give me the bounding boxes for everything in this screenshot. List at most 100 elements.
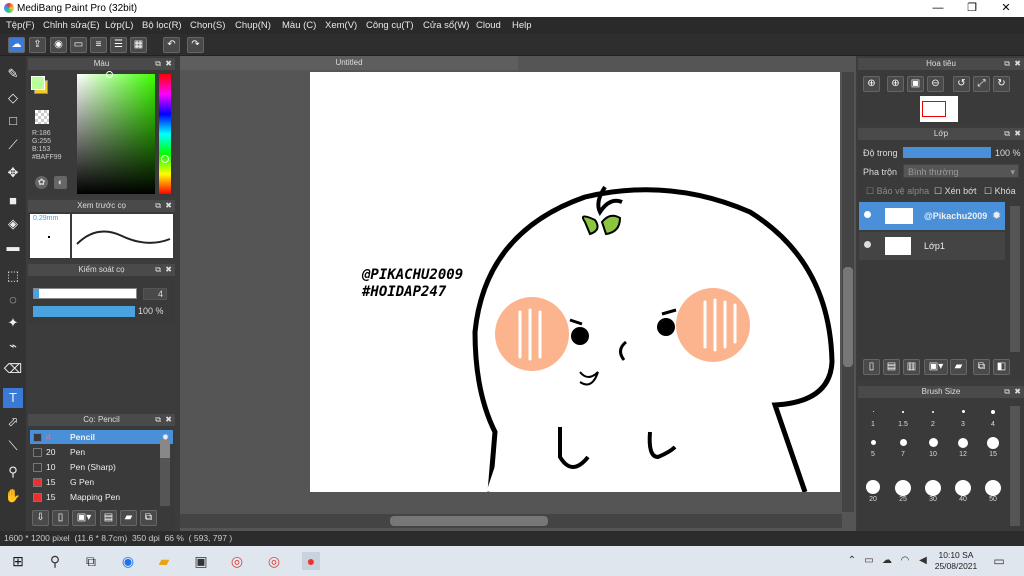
fit-icon[interactable]: ▣ — [907, 76, 924, 92]
menu-cloud[interactable]: Cloud — [476, 20, 501, 31]
menu-capture[interactable]: Chụp(N) — [235, 20, 271, 31]
select-pen-icon[interactable]: ⌁ — [3, 336, 23, 356]
size-value[interactable]: 4 — [143, 288, 167, 300]
new-halftone-layer-icon[interactable]: ▤ — [883, 359, 900, 375]
bucket-tool-icon[interactable]: ◈ — [3, 214, 23, 234]
brush-size-preset[interactable]: 50 — [978, 480, 1008, 505]
brush-item[interactable]: 20 Pen — [30, 445, 173, 459]
close-panel-icon[interactable]: ✖ — [1014, 128, 1021, 140]
horizontal-scrollbar[interactable] — [180, 514, 842, 528]
gear-icon[interactable]: ✹ — [992, 209, 1001, 222]
popout-icon[interactable]: ⧉ — [1004, 58, 1010, 70]
comment-icon[interactable]: ◉ — [50, 37, 67, 53]
file-explorer-icon[interactable]: ▰ — [155, 552, 173, 570]
cloud-download-icon[interactable]: ⇩ — [32, 510, 49, 526]
select-eraser-icon[interactable]: ⌫ — [3, 359, 23, 379]
brush-size-preset[interactable]: 10 — [918, 436, 948, 461]
search-icon[interactable]: ⚲ — [46, 552, 64, 570]
chrome-icon[interactable]: ◎ — [228, 552, 246, 570]
move-tool-icon[interactable]: ✥ — [3, 163, 23, 183]
fill-rect-tool-icon[interactable]: ■ — [3, 191, 23, 211]
brush-list-scrollbar[interactable] — [160, 440, 170, 506]
brush-size-preset[interactable]: 3 — [948, 406, 978, 431]
popout-icon[interactable]: ⧉ — [155, 58, 161, 70]
brush-size-preset[interactable]: 7 — [888, 436, 918, 461]
brush-size-preset[interactable]: 2 — [918, 406, 948, 431]
close-panel-icon[interactable]: ✖ — [1014, 58, 1021, 70]
lock-checkbox[interactable]: ☐ Khóa — [984, 186, 1016, 197]
brush-size-preset[interactable]: 20 — [858, 480, 888, 505]
fullscreen-icon[interactable]: ⤢ — [973, 76, 990, 92]
select-tool-icon[interactable]: ⬚ — [3, 266, 23, 286]
menu-file[interactable]: Tệp(F) — [6, 20, 35, 31]
vertical-scrollbar[interactable] — [842, 72, 854, 512]
brush-size-preset[interactable]: 15 — [978, 436, 1008, 461]
brush-size-preset[interactable]: 40 — [948, 480, 978, 505]
palette-icon[interactable]: ✿ — [35, 176, 48, 189]
battery-icon[interactable]: ▭ — [860, 552, 878, 570]
zoom-in-icon[interactable]: ⊕ — [863, 76, 880, 92]
visibility-icon[interactable] — [864, 211, 871, 218]
transparent-swatch[interactable] — [35, 110, 49, 124]
brush-item[interactable]: 10 Pen (Sharp) — [30, 460, 173, 474]
close-button[interactable]: ✕ — [989, 0, 1023, 17]
layer-item[interactable]: Lớp1 — [859, 232, 1005, 260]
opacity-slider[interactable] — [33, 306, 135, 317]
brush-size-scrollbar[interactable] — [1010, 406, 1020, 526]
hue-slider[interactable] — [159, 74, 171, 194]
brush-settings-icon[interactable]: ▤ — [100, 510, 117, 526]
windows-start-icon[interactable]: ⊞ — [9, 552, 27, 570]
rectangle-tool-icon[interactable]: □ — [3, 111, 23, 131]
blend-mode-select[interactable]: Bình thường ▾ — [903, 164, 1019, 178]
copy-brush-icon[interactable]: ⧉ — [140, 510, 157, 526]
new-brush-icon[interactable]: ▯ — [52, 510, 69, 526]
brush-size-preset[interactable]: 4 — [978, 406, 1008, 431]
chevron-up-icon[interactable]: ⌃ — [843, 552, 861, 570]
layer-item[interactable]: @Pikachu2009 ✹ — [859, 202, 1005, 230]
menu-edit[interactable]: Chỉnh sửa(E) — [43, 20, 100, 31]
gradient-tool-icon[interactable]: ▬ — [3, 237, 23, 257]
menu-color[interactable]: Màu (C) — [282, 20, 316, 31]
popout-icon[interactable]: ⧉ — [155, 414, 161, 426]
popout-icon[interactable]: ⧉ — [155, 200, 161, 212]
popout-icon[interactable]: ⧉ — [155, 264, 161, 276]
document-tab[interactable]: Untitled — [180, 56, 518, 70]
brush-size-preset[interactable]: 1 — [858, 406, 888, 431]
brush-size-preset[interactable]: 12 — [948, 436, 978, 461]
medibang-taskbar-icon[interactable]: ● — [302, 552, 320, 570]
eraser-tool-icon[interactable]: ◇ — [3, 88, 23, 108]
clipping-checkbox[interactable]: ☐ Xén bớt — [934, 186, 977, 197]
folder-icon[interactable]: ▰ — [120, 510, 137, 526]
visibility-icon[interactable] — [864, 241, 871, 248]
lasso-tool-icon[interactable]: ◌ — [3, 290, 23, 310]
primary-color-swatch[interactable] — [31, 76, 45, 90]
store-icon[interactable]: ▣ — [192, 552, 210, 570]
rotate-left-icon[interactable]: ↺ — [953, 76, 970, 92]
brush-item[interactable]: 15 G Pen — [30, 475, 173, 489]
merge-layer-icon[interactable]: ◧ — [993, 359, 1010, 375]
redo-icon[interactable]: ↷ — [187, 37, 204, 53]
brush-size-preset[interactable]: 5 — [858, 436, 888, 461]
edge-browser-icon[interactable]: ◉ — [119, 552, 137, 570]
close-panel-icon[interactable]: ✖ — [165, 264, 172, 276]
message-icon[interactable]: ▭ — [70, 37, 87, 53]
close-panel-icon[interactable]: ✖ — [1014, 386, 1021, 398]
menu-tools[interactable]: Công cụ(T) — [366, 20, 414, 31]
menu-layer[interactable]: Lớp(L) — [105, 20, 133, 31]
brush-size-preset[interactable]: 25 — [888, 480, 918, 505]
grid-icon[interactable]: ▦ — [130, 37, 147, 53]
volume-icon[interactable]: ◀ — [914, 552, 932, 570]
eyedropper-tool-icon[interactable]: ⚲ — [3, 462, 23, 482]
menu-filter[interactable]: Bộ lọc(R) — [142, 20, 182, 31]
popout-icon[interactable]: ⧉ — [1004, 386, 1010, 398]
dot-tool-icon[interactable]: ⟋ — [3, 135, 23, 155]
add-layer-menu-icon[interactable]: ▣▾ — [924, 359, 948, 375]
rotate-right-icon[interactable]: ↻ — [993, 76, 1010, 92]
brush-item[interactable]: 4 Pencil ✹ — [30, 430, 173, 444]
navigator-thumbnail[interactable] — [920, 96, 958, 122]
drawing-canvas[interactable]: @PIKACHU2009 #HOIDAP247 — [310, 72, 840, 492]
layer-scrollbar[interactable] — [1010, 206, 1020, 352]
zoom-in-alt-icon[interactable]: ⊕ — [887, 76, 904, 92]
new-layer-icon[interactable]: ▯ — [863, 359, 880, 375]
menu-view[interactable]: Xem(V) — [325, 20, 357, 31]
